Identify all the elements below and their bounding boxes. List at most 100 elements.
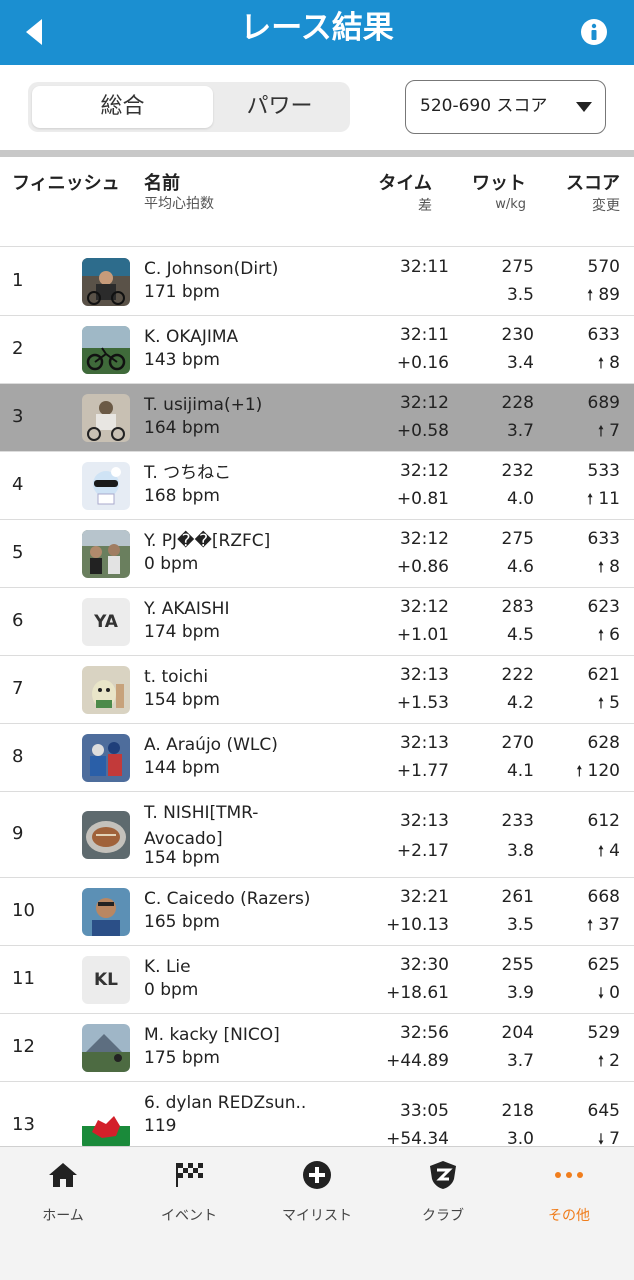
score: 623 <box>587 597 620 617</box>
nav-more[interactable]: その他 <box>506 1147 632 1247</box>
column-time: タイム <box>378 173 432 194</box>
watts: 218 <box>501 1101 534 1121</box>
watts: 261 <box>501 887 534 907</box>
score-change: 🠕 4 <box>598 840 620 862</box>
time-gap: +0.86 <box>396 557 449 577</box>
score: 689 <box>587 393 620 413</box>
score-change-value: 7 <box>609 421 620 441</box>
nav-mylist-label: マイリスト <box>282 1208 352 1224</box>
rider-name: 6. dylan REDZsun.. <box>144 1093 307 1113</box>
home-icon <box>49 1163 77 1187</box>
table-row[interactable]: 12 M. kacky [NICO] 175 bpm 32:56 +44.89 … <box>0 1014 634 1082</box>
column-finish: フィニッシュ <box>12 173 120 194</box>
avg-heart-rate: 154 bpm <box>144 690 220 710</box>
arrow-up-icon: 🠕 <box>597 842 605 860</box>
table-row[interactable]: 9 T. NISHI[TMR-Avocado] 154 bpm 32:13 +2… <box>0 792 634 878</box>
table-row[interactable]: 11 KL K. Lie 0 bpm 32:30 +18.61 255 3.9 … <box>0 946 634 1014</box>
table-row[interactable]: 10 C. Caicedo (Razers) 165 bpm 32:21 +10… <box>0 878 634 946</box>
table-row[interactable]: 6 YA Y. AKAISHI 174 bpm 32:12 +1.01 283 … <box>0 588 634 656</box>
score: 625 <box>587 955 620 975</box>
row-position: 2 <box>12 338 24 359</box>
avg-heart-rate: 174 bpm <box>144 622 220 642</box>
finish-time: 32:12 <box>400 597 449 617</box>
score: 633 <box>587 529 620 549</box>
row-position: 6 <box>12 610 24 631</box>
avg-heart-rate: 165 bpm <box>144 912 220 932</box>
table-row-highlighted[interactable]: 3 T. usijima(+1) 164 bpm 32:12 +0.58 228… <box>0 384 634 452</box>
table-row[interactable]: 7 t. toichi 154 bpm 32:13 +1.53 222 4.2 … <box>0 656 634 724</box>
photo-bike-icon <box>82 326 130 374</box>
photo-portrait-icon <box>82 888 130 936</box>
score-change-value: 5 <box>609 693 620 713</box>
finish-time: 32:11 <box>400 325 449 345</box>
time-gap: +10.13 <box>386 915 449 935</box>
photo-group-icon <box>82 530 130 578</box>
finish-time: 33:05 <box>400 1101 449 1121</box>
welsh-flag-icon <box>82 1102 130 1146</box>
rider-name: t. toichi <box>144 667 209 687</box>
rider-name: K. OKAJIMA <box>144 327 239 347</box>
score-change: 🠕 5 <box>598 692 620 714</box>
watts-per-kg: 4.6 <box>506 557 534 577</box>
table-row[interactable]: 2 K. OKAJIMA 143 bpm 32:11 +0.16 230 3.4… <box>0 316 634 384</box>
photo-landscape-icon <box>82 1024 130 1072</box>
watts-per-kg: 3.5 <box>506 915 534 935</box>
time-gap: +0.16 <box>396 353 449 373</box>
arrow-up-icon: 🠕 <box>597 354 605 372</box>
watts: 204 <box>501 1023 534 1043</box>
score-change-value: 7 <box>609 1129 620 1146</box>
nav-home[interactable]: ホーム <box>0 1147 126 1247</box>
category-select[interactable]: 520-690 スコア <box>405 80 606 134</box>
rider-name: C. Caicedo (Razers) <box>144 889 311 909</box>
avg-heart-rate: 175 bpm <box>144 1048 220 1068</box>
table-row[interactable]: 4 T. つちねこ 168 bpm 32:12 +0.81 232 4.0 53… <box>0 452 634 520</box>
photo-race-icon <box>82 734 130 782</box>
caret-down-icon <box>576 102 592 112</box>
row-position: 7 <box>12 678 24 699</box>
watts-per-kg: 3.9 <box>506 983 534 1003</box>
score-change: 🠕 2 <box>598 1050 620 1072</box>
score-change-value: 37 <box>598 915 620 935</box>
score-change: 🠕 89 <box>587 284 620 306</box>
avg-heart-rate: 0 bpm <box>144 554 199 574</box>
nav-home-label: ホーム <box>42 1208 84 1224</box>
column-time-sub: 差 <box>418 198 432 214</box>
watts-per-kg: 3.5 <box>506 285 534 305</box>
score-change-value: 8 <box>609 557 620 577</box>
score-change-value: 6 <box>609 625 620 645</box>
score: 529 <box>587 1023 620 1043</box>
nav-mylist[interactable]: マイリスト <box>254 1147 380 1247</box>
rider-name: A. Araújo (WLC) <box>144 735 278 755</box>
table-row[interactable]: 8 A. Araújo (WLC) 144 bpm 32:13 +1.77 27… <box>0 724 634 792</box>
finish-time: 32:30 <box>400 955 449 975</box>
more-dots-icon <box>555 1172 583 1178</box>
tab-power[interactable]: パワー <box>213 86 346 128</box>
score-change: 🠕 120 <box>576 760 620 782</box>
watts-per-kg: 3.4 <box>506 353 534 373</box>
score-change-value: 89 <box>598 285 620 305</box>
score-change: 🠗 0 <box>598 982 620 1004</box>
info-icon[interactable] <box>580 18 608 46</box>
score-change: 🠕 6 <box>598 624 620 646</box>
rider-name: Y. PJ��[RZFC] <box>144 531 271 551</box>
score: 612 <box>587 811 620 831</box>
arrow-down-icon: 🠗 <box>597 1130 605 1146</box>
watts-per-kg: 3.8 <box>506 841 534 861</box>
table-row[interactable]: 13 6. dylan REDZsun.. 119 33:05 +54.34 2… <box>0 1082 634 1146</box>
avatar-initials: YA <box>82 598 130 646</box>
zwift-shield-icon <box>430 1161 456 1189</box>
finish-time: 32:13 <box>400 665 449 685</box>
nav-club[interactable]: クラブ <box>380 1147 506 1247</box>
tab-overall[interactable]: 総合 <box>32 86 213 128</box>
finish-time: 32:11 <box>400 257 449 277</box>
table-row[interactable]: 5 Y. PJ��[RZFC] 0 bpm 32:12 +0.86 275 4.… <box>0 520 634 588</box>
rider-name: C. Johnson(Dirt) <box>144 259 279 279</box>
arrow-up-icon: 🠕 <box>597 694 605 712</box>
nav-events[interactable]: イベント <box>126 1147 252 1247</box>
table-row[interactable]: 1 C. Johnson(Dirt) 171 bpm 32:11 275 3.5… <box>0 248 634 316</box>
nav-club-label: クラブ <box>422 1208 464 1224</box>
watts-per-kg: 3.7 <box>506 1051 534 1071</box>
avg-heart-rate: 143 bpm <box>144 350 220 370</box>
time-gap: +0.81 <box>396 489 449 509</box>
arrow-up-icon: 🠕 <box>597 558 605 576</box>
